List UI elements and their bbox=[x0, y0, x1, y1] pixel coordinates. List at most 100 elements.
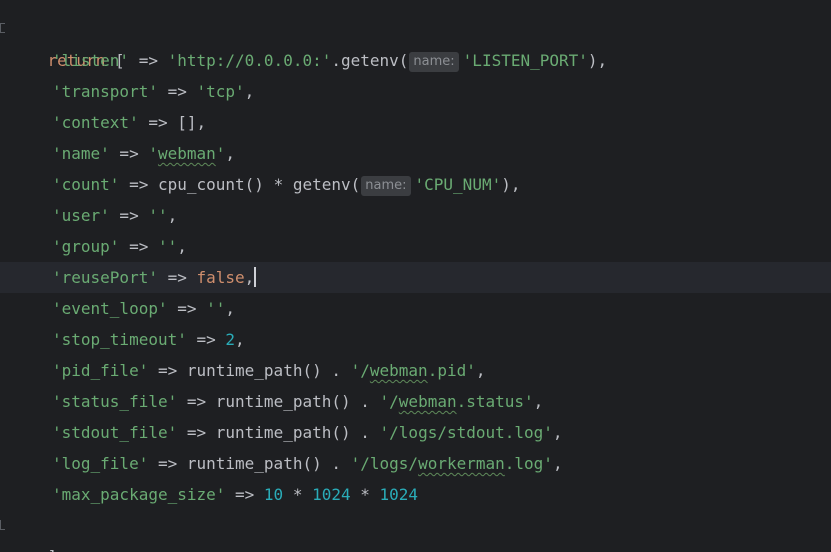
cpu-count-call: cpu_count() * getenv( bbox=[157, 175, 361, 194]
key-stop-timeout: 'stop_timeout' bbox=[52, 330, 187, 349]
runtime-path-call: runtime_path() . bbox=[215, 423, 380, 442]
string-part: .log' bbox=[504, 454, 553, 473]
key-max-package-size: 'max_package_size' bbox=[52, 485, 226, 504]
code-line-event-loop[interactable]: 'event_loop' => '', bbox=[0, 293, 831, 324]
value-listen-url: 'http://0.0.0.0:' bbox=[167, 51, 332, 70]
line-tail: , bbox=[225, 299, 236, 318]
line-tail: , bbox=[244, 82, 255, 101]
number-literal: 10 bbox=[263, 485, 284, 504]
typo-word: webman bbox=[398, 392, 457, 411]
runtime-path-call: runtime_path() . bbox=[186, 454, 351, 473]
code-line-transport[interactable]: 'transport' => 'tcp', bbox=[0, 76, 831, 107]
close-bracket: ]; bbox=[48, 547, 67, 552]
arrow-operator: => bbox=[167, 299, 207, 318]
line-tail: , bbox=[235, 330, 245, 349]
line-tail: , bbox=[196, 113, 207, 132]
code-line-reuseport-current[interactable]: 'reusePort' => false, bbox=[0, 262, 831, 293]
parameter-hint: name: bbox=[361, 176, 411, 196]
line-tail: , bbox=[225, 144, 236, 163]
key-context: 'context' bbox=[52, 113, 139, 132]
code-line-log-file[interactable]: 'log_file' => runtime_path() . '/logs/wo… bbox=[0, 448, 831, 479]
runtime-path-call: runtime_path() . bbox=[215, 392, 380, 411]
value-false-keyword: false bbox=[196, 268, 245, 287]
code-line-return[interactable]: return [ bbox=[0, 14, 831, 70]
fold-end-icon[interactable] bbox=[0, 520, 5, 530]
quote: ' bbox=[148, 144, 158, 163]
line-tail: , bbox=[167, 206, 178, 225]
value-context: [] bbox=[177, 113, 197, 132]
value-event-loop: '' bbox=[206, 299, 226, 318]
code-line-context[interactable]: 'context' => [], bbox=[0, 107, 831, 138]
key-status-file: 'status_file' bbox=[52, 392, 178, 411]
key-count: 'count' bbox=[52, 175, 120, 194]
code-line-name[interactable]: 'name' => 'webman', bbox=[0, 138, 831, 169]
key-user: 'user' bbox=[52, 206, 110, 225]
code-line-listen[interactable]: 'listen' => 'http://0.0.0.0:'.getenv(nam… bbox=[0, 45, 831, 76]
code-editor[interactable]: return [ 'listen' => 'http://0.0.0.0:'.g… bbox=[0, 0, 831, 552]
arrow-operator: => bbox=[186, 330, 226, 349]
quote: ' bbox=[215, 144, 226, 163]
code-line-close[interactable]: ]; bbox=[0, 510, 831, 552]
runtime-path-call: runtime_path() . bbox=[186, 361, 351, 380]
arrow-operator: => bbox=[157, 82, 197, 101]
text-caret bbox=[254, 267, 257, 287]
key-reuseport: 'reusePort' bbox=[52, 268, 158, 287]
value-name-word: webman bbox=[157, 144, 216, 163]
arrow-operator: => bbox=[119, 237, 158, 256]
string-part: '/ bbox=[350, 361, 370, 380]
arrow-operator: => bbox=[177, 392, 216, 411]
code-line-max-package-size[interactable]: 'max_package_size' => 10 * 1024 * 1024 bbox=[0, 479, 831, 510]
code-line-user[interactable]: 'user' => '', bbox=[0, 200, 831, 231]
arrow-operator: => bbox=[157, 268, 197, 287]
code-line-pid-file[interactable]: 'pid_file' => runtime_path() . '/webman.… bbox=[0, 355, 831, 386]
arrow-operator: => bbox=[119, 175, 158, 194]
arrow-operator: => bbox=[109, 144, 149, 163]
key-group: 'group' bbox=[52, 237, 120, 256]
key-log-file: 'log_file' bbox=[52, 454, 149, 473]
key-pid-file: 'pid_file' bbox=[52, 361, 149, 380]
string-part: .pid' bbox=[427, 361, 476, 380]
multiply-operator: * bbox=[283, 485, 313, 504]
line-tail: ), bbox=[587, 51, 608, 70]
value-group: '' bbox=[157, 237, 178, 256]
value-user: '' bbox=[148, 206, 168, 225]
arrow-operator: => bbox=[177, 423, 216, 442]
value-stdout-path: '/logs/stdout.log' bbox=[379, 423, 553, 442]
multiply-operator: * bbox=[350, 485, 380, 504]
getenv-call: .getenv( bbox=[331, 51, 409, 70]
value-transport: 'tcp' bbox=[196, 82, 245, 101]
value-stop-timeout: 2 bbox=[225, 330, 236, 349]
arrow-operator: => bbox=[109, 206, 149, 225]
arrow-operator: => bbox=[148, 454, 187, 473]
code-line-stop-timeout[interactable]: 'stop_timeout' => 2, bbox=[0, 324, 831, 355]
string-part: '/logs/ bbox=[350, 454, 419, 473]
line-tail: , bbox=[552, 454, 563, 473]
line-tail: , bbox=[244, 268, 255, 287]
line-tail: , bbox=[475, 361, 486, 380]
key-transport: 'transport' bbox=[52, 82, 158, 101]
number-literal: 1024 bbox=[379, 485, 419, 504]
arrow-operator: => bbox=[225, 485, 264, 504]
parameter-hint: name: bbox=[409, 52, 459, 72]
string-part: '/ bbox=[379, 392, 399, 411]
line-tail: , bbox=[552, 423, 563, 442]
line-tail: ), bbox=[501, 175, 521, 194]
key-stdout-file: 'stdout_file' bbox=[52, 423, 178, 442]
key-event-loop: 'event_loop' bbox=[52, 299, 168, 318]
string-part: .status' bbox=[456, 392, 534, 411]
key-listen: 'listen' bbox=[52, 51, 130, 70]
arrow-operator: => bbox=[129, 51, 168, 70]
fold-start-icon[interactable] bbox=[0, 23, 5, 33]
key-name: 'name' bbox=[52, 144, 110, 163]
typo-word: webman bbox=[369, 361, 428, 380]
code-line-count[interactable]: 'count' => cpu_count() * getenv(name: 'CP… bbox=[0, 169, 831, 200]
code-line-group[interactable]: 'group' => '', bbox=[0, 231, 831, 262]
code-line-stdout-file[interactable]: 'stdout_file' => runtime_path() . '/logs… bbox=[0, 417, 831, 448]
code-line-status-file[interactable]: 'status_file' => runtime_path() . '/webm… bbox=[0, 386, 831, 417]
line-tail: , bbox=[533, 392, 544, 411]
arg-listen-port: 'LISTEN_PORT' bbox=[462, 51, 588, 70]
typo-word: workerman bbox=[418, 454, 505, 473]
line-tail: , bbox=[177, 237, 187, 256]
arrow-operator: => bbox=[148, 361, 187, 380]
number-literal: 1024 bbox=[312, 485, 351, 504]
